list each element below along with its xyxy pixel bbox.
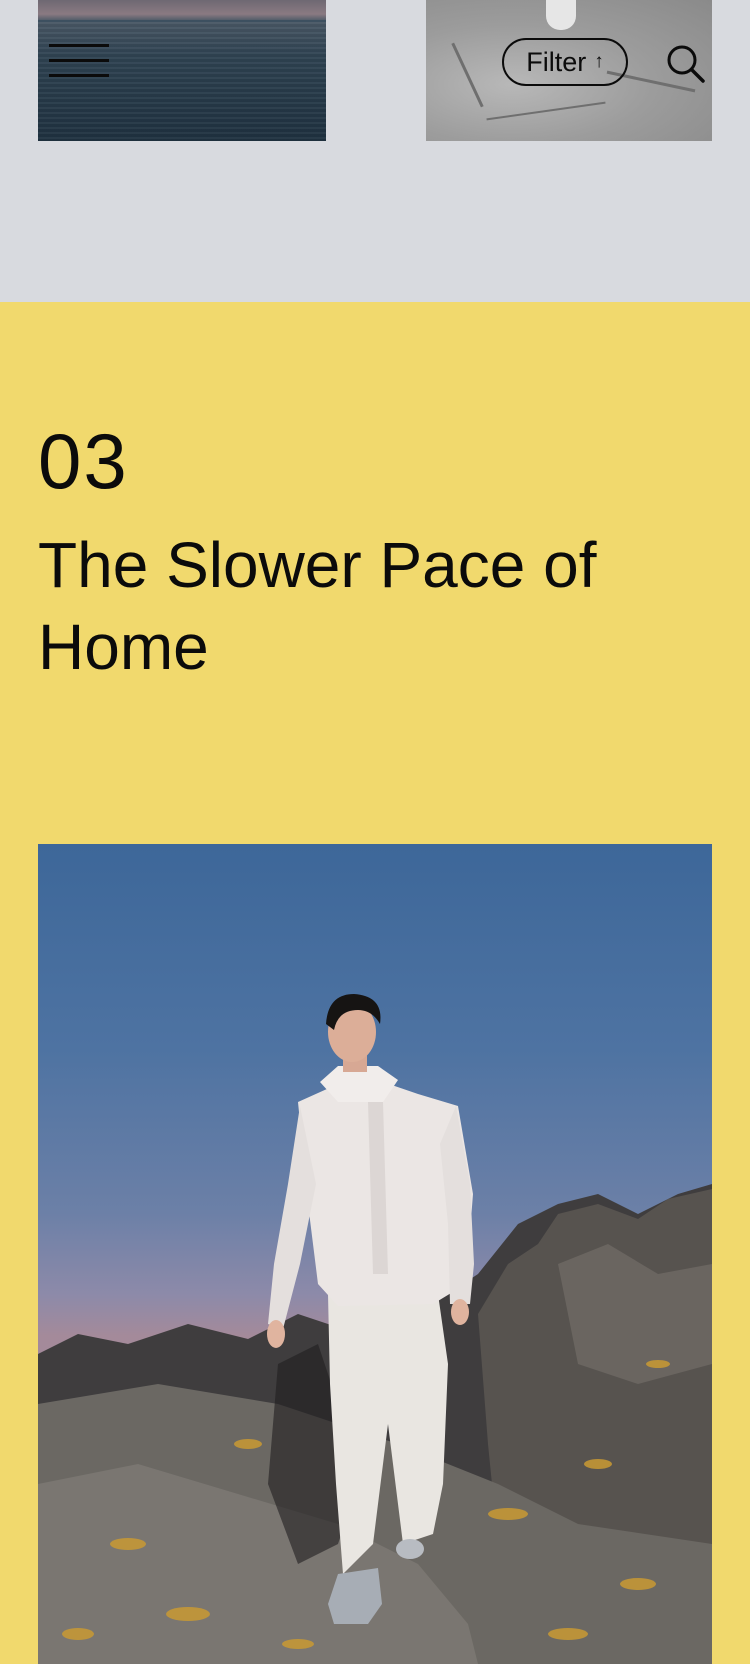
model-on-rocks-photo — [38, 994, 712, 1664]
figure-foot — [546, 0, 576, 30]
previous-story-section — [0, 0, 750, 302]
search-button[interactable] — [666, 44, 706, 84]
rock-crack — [486, 101, 606, 121]
filter-button[interactable]: Filter ↑ — [502, 38, 628, 86]
sea-texture — [38, 22, 326, 141]
filter-label: Filter — [526, 46, 587, 77]
hamburger-icon-line — [49, 74, 109, 77]
story-title[interactable]: The Slower Pace of Home — [38, 524, 678, 688]
hamburger-icon — [49, 44, 109, 47]
arrow-up-icon: ↑ — [594, 51, 604, 72]
rock-crack — [451, 42, 484, 108]
search-icon — [667, 45, 705, 83]
story-number: 03 — [38, 417, 129, 505]
story-section: 03 The Slower Pace of Home — [0, 302, 750, 1664]
hamburger-icon-line — [49, 59, 109, 62]
story-hero-image[interactable] — [38, 844, 712, 1664]
menu-button[interactable] — [49, 44, 109, 78]
